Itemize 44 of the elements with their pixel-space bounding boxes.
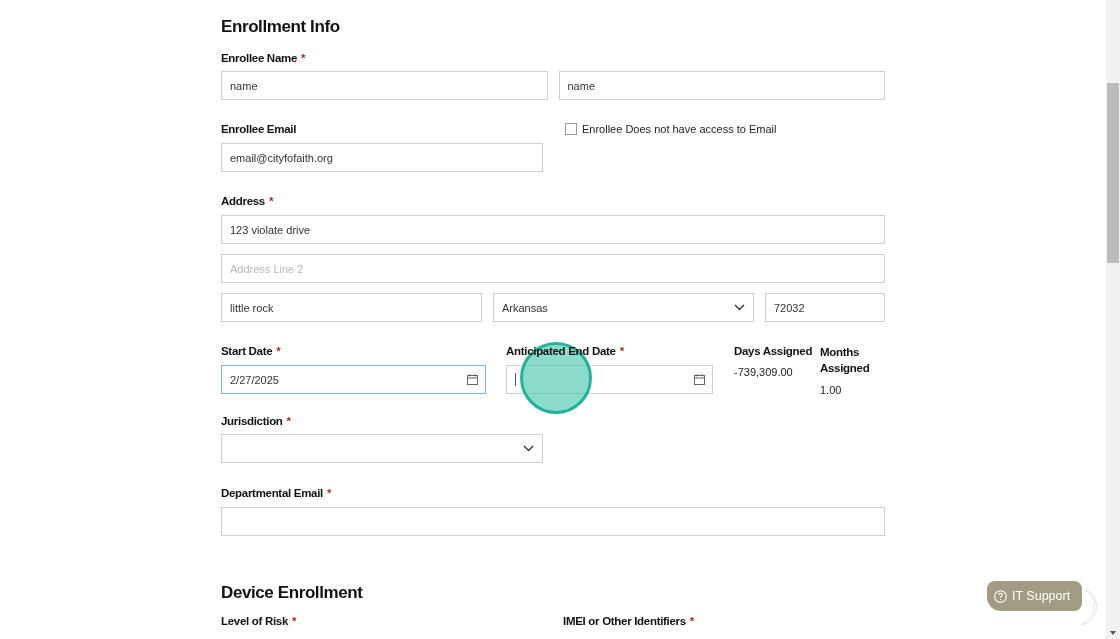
state-dropdown[interactable]: Arkansas: [493, 293, 754, 322]
required-mark: *: [268, 195, 274, 207]
required-mark: *: [689, 615, 695, 627]
checkbox[interactable]: [565, 123, 577, 135]
required-mark: *: [327, 487, 332, 499]
field-label: IMEI or Other Identifiers: [563, 615, 686, 627]
input-field[interactable]: 123 violate drive: [221, 215, 885, 244]
calendar-icon[interactable]: [694, 374, 705, 385]
input-field[interactable]: name: [221, 71, 548, 100]
field-label: Enrollee Email: [221, 123, 297, 135]
months-value: 1.00: [820, 384, 843, 396]
field-label: Departmental Email: [221, 487, 323, 499]
field-label: Jurisdiction: [221, 415, 283, 427]
scroll-down-arrow-icon[interactable]: [1110, 631, 1116, 635]
input-field[interactable]: name: [558, 71, 885, 100]
field-label: Start Date: [221, 345, 273, 357]
calendar-icon[interactable]: [467, 374, 478, 385]
required-mark: *: [286, 415, 291, 427]
required-mark: *: [292, 615, 297, 627]
jurisdiction-dropdown[interactable]: [221, 434, 543, 463]
field-label: Level of Risk: [221, 615, 289, 627]
input-field[interactable]: [221, 507, 885, 536]
input-field[interactable]: 72032: [765, 293, 885, 322]
scrollbar-thumb[interactable]: [1107, 83, 1119, 263]
section-heading: Enrollment Info: [221, 17, 341, 38]
required-mark: *: [619, 345, 624, 357]
field-label: Address: [221, 195, 265, 207]
input-field[interactable]: Address Line 2: [221, 254, 885, 283]
chevron-down-icon: [523, 445, 534, 452]
required-mark: *: [301, 52, 306, 64]
section-heading: Device Enrollment: [221, 583, 364, 604]
field-label: Days Assigned: [734, 344, 814, 358]
field-label: Months Assigned: [820, 345, 871, 376]
chevron-down-icon: [734, 304, 745, 311]
checkbox-label: Enrollee Does not have access to Email: [582, 123, 777, 135]
date-field[interactable]: [506, 365, 713, 394]
input-field[interactable]: email@cityfofaith.org: [221, 143, 543, 172]
days-value: -739,309.00: [734, 366, 794, 378]
required-mark: *: [276, 345, 281, 357]
input-field[interactable]: little rock: [221, 293, 482, 322]
field-label: Enrollee Name: [221, 52, 297, 64]
help-icon: [994, 589, 1007, 603]
date-field[interactable]: 2/27/2025: [221, 365, 486, 394]
scroll-top-button[interactable]: [1081, 590, 1098, 626]
